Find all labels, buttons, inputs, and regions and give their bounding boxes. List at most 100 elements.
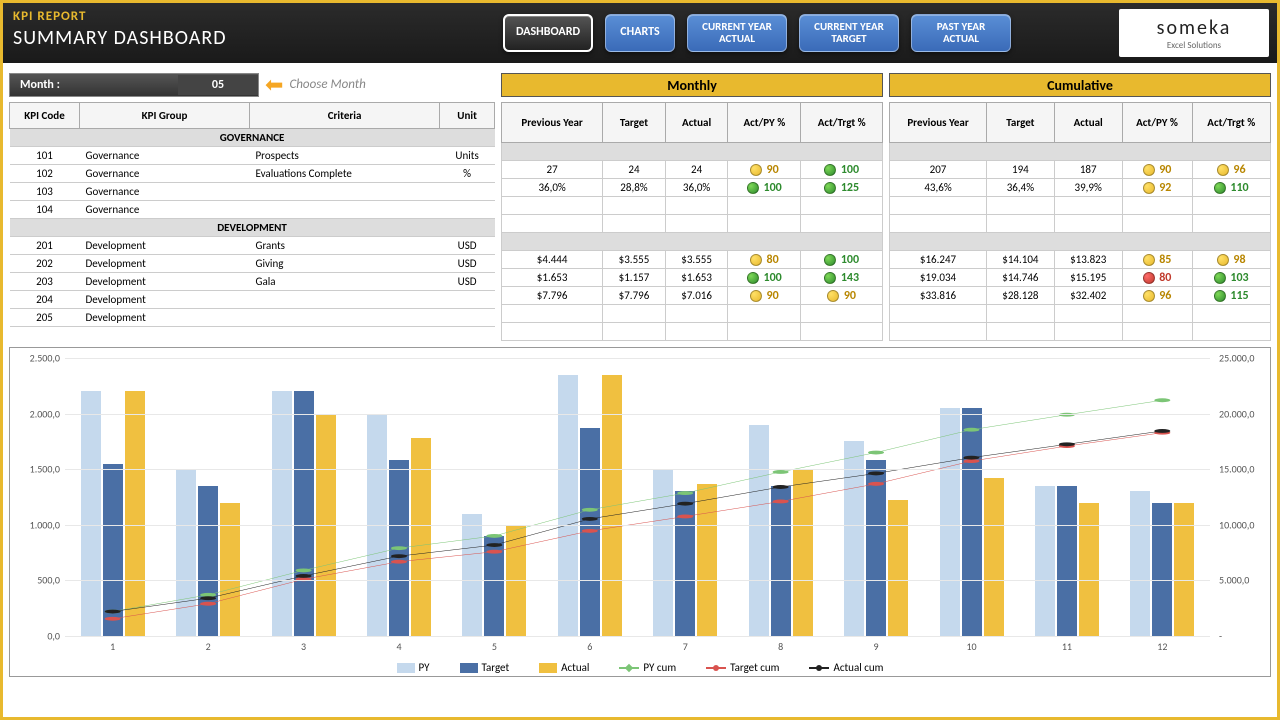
legend-target-cum: Target cum bbox=[706, 661, 779, 674]
status-dot-icon bbox=[1214, 272, 1226, 284]
status-dot-icon bbox=[824, 182, 836, 194]
cy-actual-button[interactable]: CURRENT YEARACTUAL bbox=[687, 14, 787, 52]
table-row bbox=[502, 197, 883, 215]
col-act-py-c: Act/PY % bbox=[1122, 103, 1192, 143]
chart-legend: PY Target Actual PY cum Target cum Actua… bbox=[10, 661, 1270, 674]
table-row: $33.816$28.128$32.402 96 115 bbox=[890, 287, 1271, 305]
status-dot-icon bbox=[824, 254, 836, 266]
selector-row: Month : 05 ⬅ Choose Month Monthly Cumula… bbox=[3, 63, 1277, 102]
legend-actual-cum: Actual cum bbox=[809, 661, 883, 674]
logo-subtitle: Excel Solutions bbox=[1167, 40, 1221, 51]
table-row: $19.034$14.746$15.195 80 103 bbox=[890, 269, 1271, 287]
table-row: 201DevelopmentGrantsUSD bbox=[10, 237, 495, 255]
col-actual-c: Actual bbox=[1054, 103, 1122, 143]
legend-py-cum: PY cum bbox=[619, 661, 676, 674]
status-dot-icon bbox=[747, 272, 759, 284]
py-actual-button[interactable]: PAST YEARACTUAL bbox=[911, 14, 1011, 52]
table-row bbox=[502, 305, 883, 323]
group-governance: GOVERNANCE bbox=[10, 129, 495, 147]
col-unit: Unit bbox=[440, 103, 495, 129]
table-row: $4.444$3.555$3.555 80 100 bbox=[502, 251, 883, 269]
legend-target: Target bbox=[460, 661, 510, 674]
group-development: DEVELOPMENT bbox=[10, 219, 495, 237]
y-axis-right: -5.000,010.000,015.000,020.000,025.000,0 bbox=[1215, 358, 1270, 636]
table-row bbox=[890, 215, 1271, 233]
monthly-header: Monthly bbox=[501, 73, 883, 97]
table-row: 102GovernanceEvaluations Complete% bbox=[10, 165, 495, 183]
table-row: 103Governance bbox=[10, 183, 495, 201]
status-dot-icon bbox=[747, 182, 759, 194]
table-row: $16.247$14.104$13.823 85 98 bbox=[890, 251, 1271, 269]
cumulative-header: Cumulative bbox=[889, 73, 1271, 97]
col-actual: Actual bbox=[665, 103, 728, 143]
dashboard-button[interactable]: DASHBOARD bbox=[503, 14, 593, 52]
status-dot-icon bbox=[1143, 182, 1155, 194]
table-row bbox=[502, 215, 883, 233]
chart: 0,0500,01.000,01.500,02.000,02.500,0 -5.… bbox=[9, 347, 1271, 677]
status-dot-icon bbox=[824, 164, 836, 176]
table-row: 203DevelopmentGalaUSD bbox=[10, 273, 495, 291]
table-row bbox=[890, 323, 1271, 341]
tables-area: KPI Code KPI Group Criteria Unit GOVERNA… bbox=[3, 102, 1277, 341]
logo: someka Excel Solutions bbox=[1119, 9, 1269, 57]
status-dot-icon bbox=[1217, 254, 1229, 266]
status-dot-icon bbox=[1143, 290, 1155, 302]
page-title: SUMMARY DASHBOARD bbox=[13, 26, 493, 50]
charts-button[interactable]: CHARTS bbox=[605, 14, 675, 52]
table-row: 207194187 90 96 bbox=[890, 161, 1271, 179]
status-dot-icon bbox=[1143, 164, 1155, 176]
kpi-report-label: KPI REPORT bbox=[13, 9, 493, 24]
col-target-c: Target bbox=[987, 103, 1055, 143]
kpi-definition-table: KPI Code KPI Group Criteria Unit GOVERNA… bbox=[9, 102, 495, 341]
status-dot-icon bbox=[750, 290, 762, 302]
header-title-block: KPI REPORT SUMMARY DASHBOARD bbox=[3, 3, 503, 63]
col-py: Previous Year bbox=[502, 103, 603, 143]
col-kpi-code: KPI Code bbox=[10, 103, 80, 129]
status-dot-icon bbox=[750, 254, 762, 266]
table-row: 43,6%36,4%39,9% 92 110 bbox=[890, 179, 1271, 197]
chart-plot bbox=[65, 358, 1210, 636]
status-dot-icon bbox=[1143, 272, 1155, 284]
col-kpi-group: KPI Group bbox=[80, 103, 250, 129]
col-act-tgt: Act/Trgt % bbox=[801, 103, 883, 143]
status-dot-icon bbox=[1214, 182, 1226, 194]
month-selector[interactable]: Month : 05 bbox=[9, 73, 259, 97]
table-row: 104Governance bbox=[10, 201, 495, 219]
month-value: 05 bbox=[178, 75, 258, 95]
x-axis: 123456789101112 bbox=[65, 640, 1210, 654]
col-target: Target bbox=[603, 103, 666, 143]
table-row: 36,0%28,8%36,0% 100 125 bbox=[502, 179, 883, 197]
nav-buttons: DASHBOARD CHARTS CURRENT YEARACTUAL CURR… bbox=[503, 3, 1111, 63]
table-row: 101GovernanceProspectsUnits bbox=[10, 147, 495, 165]
table-row: 205Development bbox=[10, 309, 495, 327]
status-dot-icon bbox=[824, 272, 836, 284]
col-py-c: Previous Year bbox=[890, 103, 987, 143]
col-act-tgt-c: Act/Trgt % bbox=[1192, 103, 1270, 143]
status-dot-icon bbox=[827, 290, 839, 302]
table-row: $7.796$7.796$7.016 90 90 bbox=[502, 287, 883, 305]
monthly-table: Previous Year Target Actual Act/PY % Act… bbox=[501, 102, 883, 341]
table-row: 202DevelopmentGivingUSD bbox=[10, 255, 495, 273]
legend-py: PY bbox=[397, 661, 430, 674]
table-row: 204Development bbox=[10, 291, 495, 309]
table-row bbox=[890, 197, 1271, 215]
col-act-py: Act/PY % bbox=[728, 103, 801, 143]
status-dot-icon bbox=[1214, 290, 1226, 302]
status-dot-icon bbox=[1217, 164, 1229, 176]
col-criteria: Criteria bbox=[250, 103, 440, 129]
y-axis-left: 0,0500,01.000,01.500,02.000,02.500,0 bbox=[10, 358, 60, 636]
table-row: 272424 90 100 bbox=[502, 161, 883, 179]
logo-text: someka bbox=[1157, 16, 1232, 40]
status-dot-icon bbox=[750, 164, 762, 176]
month-label: Month : bbox=[10, 78, 178, 92]
table-row bbox=[502, 323, 883, 341]
status-dot-icon bbox=[1143, 254, 1155, 266]
cumulative-table: Previous Year Target Actual Act/PY % Act… bbox=[889, 102, 1271, 341]
table-row: $1.653$1.157$1.653 100 143 bbox=[502, 269, 883, 287]
table-row bbox=[890, 305, 1271, 323]
legend-actual: Actual bbox=[539, 661, 589, 674]
header-bar: KPI REPORT SUMMARY DASHBOARD DASHBOARD C… bbox=[3, 3, 1277, 63]
choose-month-hint: Choose Month bbox=[289, 77, 365, 92]
arrow-left-icon: ⬅ bbox=[265, 71, 283, 98]
cy-target-button[interactable]: CURRENT YEARTARGET bbox=[799, 14, 899, 52]
